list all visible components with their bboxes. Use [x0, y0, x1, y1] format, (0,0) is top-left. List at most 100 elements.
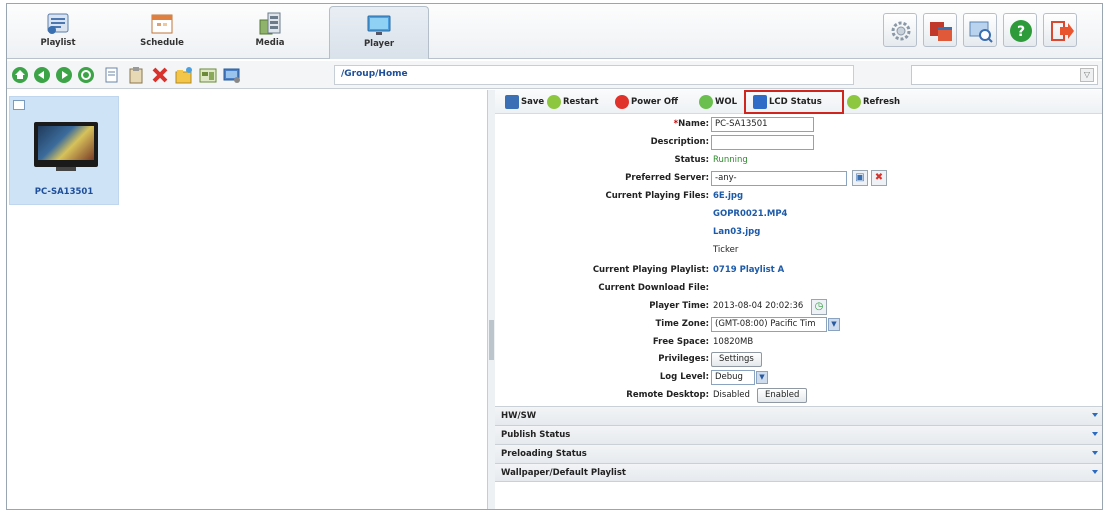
free-space-label: Free Space: — [652, 337, 709, 347]
status-label: Status: — [674, 155, 710, 165]
privileges-settings-button[interactable]: Settings — [711, 352, 762, 367]
filter-icon[interactable]: ▽ — [1080, 68, 1094, 82]
chevron-down-icon: ▼ — [756, 371, 768, 384]
gear-icon[interactable] — [883, 13, 917, 47]
name-input[interactable]: PC-SA13501 — [711, 117, 814, 132]
new-folder-icon[interactable] — [175, 66, 193, 84]
playing-file-link[interactable]: Lan03.jpg — [713, 227, 760, 237]
chevron-down-icon — [1092, 451, 1098, 455]
refresh-label: Refresh — [863, 97, 901, 107]
tab-label: Player — [363, 39, 395, 49]
restart-label: Restart — [563, 97, 599, 107]
section-publish-status[interactable]: Publish Status — [495, 425, 1102, 444]
search-input[interactable]: ▽ — [911, 65, 1098, 85]
preferred-server-label: Preferred Server: — [625, 173, 709, 183]
remote-desktop-label: Remote Desktop: — [626, 390, 709, 400]
field-remote-desktop: Remote Desktop: Disabled Enabled — [495, 387, 1102, 405]
preferred-server-input[interactable]: -any- — [711, 171, 847, 186]
svg-text:?: ? — [1017, 24, 1025, 40]
field-download-file: Current Download File: — [495, 280, 1102, 298]
player-item[interactable]: PC-SA13501 — [9, 96, 119, 205]
save-button[interactable]: Save — [505, 94, 544, 110]
tab-media[interactable]: Media — [225, 6, 315, 56]
description-input[interactable] — [711, 135, 814, 150]
playing-playlist-label: Current Playing Playlist: — [592, 265, 709, 275]
breadcrumb-path: /Group/Home — [334, 65, 854, 85]
chevron-down-icon — [1092, 470, 1098, 474]
playing-playlist-link[interactable]: 0719 Playlist A — [713, 265, 784, 275]
top-right-tools: ? — [883, 13, 1097, 49]
field-log-level: Log Level: Debug ▼ — [495, 369, 1102, 387]
field-playing-files: Current Playing Files: 6E.jpg — [495, 188, 1102, 206]
section-wallpaper-default-playlist[interactable]: Wallpaper/Default Playlist — [495, 463, 1102, 482]
field-status: Status: Running — [495, 152, 1102, 170]
back-icon[interactable] — [33, 66, 51, 84]
playing-file-row: Lan03.jpg — [495, 224, 1102, 242]
tab-label: Media — [255, 38, 285, 48]
field-privileges: Privileges: Settings — [495, 351, 1102, 369]
playing-file-link[interactable]: 6E.jpg — [713, 191, 743, 201]
app-window: Playlist Schedule Media Player ? /Group/… — [6, 3, 1103, 510]
edit-icon[interactable] — [199, 66, 217, 84]
save-label: Save — [521, 97, 545, 107]
tv-icon — [34, 122, 98, 171]
refresh-button[interactable]: Refresh — [847, 94, 900, 110]
section-hw-sw[interactable]: HW/SW — [495, 406, 1102, 425]
browse-server-button[interactable]: ▣ — [852, 170, 868, 186]
clock-sync-icon[interactable]: ◷ — [811, 299, 827, 315]
chevron-down-icon — [1092, 413, 1098, 417]
field-time-zone: Time Zone: (GMT-08:00) Pacific Tim ▼ — [495, 316, 1102, 334]
copy-icon[interactable] — [103, 66, 121, 84]
remote-desktop-enable-button[interactable]: Enabled — [757, 388, 808, 403]
log-level-label: Log Level: — [659, 372, 709, 382]
playing-file-text: Ticker — [713, 245, 739, 255]
restart-button[interactable]: Restart — [547, 94, 598, 110]
playing-file-link[interactable]: GOPR0021.MP4 — [713, 209, 787, 219]
field-player-time: Player Time: 2013-08-04 20:02:36 ◷ — [495, 298, 1102, 316]
section-title: HW/SW — [501, 411, 537, 421]
logout-icon[interactable] — [1043, 13, 1077, 47]
film-icon — [257, 12, 283, 36]
wol-label: WOL — [715, 97, 738, 107]
tab-schedule[interactable]: Schedule — [117, 6, 207, 56]
power-off-button[interactable]: Power Off — [615, 94, 678, 110]
wol-icon — [699, 94, 713, 109]
screen-search-icon[interactable] — [963, 13, 997, 47]
name-label: *Name: — [674, 119, 709, 129]
tab-player[interactable]: Player — [329, 6, 429, 59]
home-icon[interactable] — [11, 66, 29, 84]
paste-icon[interactable] — [127, 66, 145, 84]
section-preloading-status[interactable]: Preloading Status — [495, 444, 1102, 463]
calendar-icon — [149, 12, 175, 36]
free-space-value: 10820MB — [713, 337, 754, 347]
pane-splitter[interactable] — [488, 90, 495, 509]
section-title: Wallpaper/Default Playlist — [501, 468, 626, 478]
delete-icon[interactable] — [151, 66, 169, 84]
action-toolbar: /Group/Home ▽ — [7, 61, 1102, 89]
main-tab-bar: Playlist Schedule Media Player ? — [7, 4, 1102, 59]
section-title: Preloading Status — [501, 449, 587, 459]
log-level-value: Debug — [715, 372, 743, 382]
help-icon[interactable]: ? — [1003, 13, 1037, 47]
player-add-icon[interactable] — [223, 66, 241, 84]
field-playing-playlist: Current Playing Playlist: 0719 Playlist … — [495, 262, 1102, 280]
tab-playlist[interactable]: Playlist — [13, 6, 103, 56]
clear-server-button[interactable]: ✖ — [871, 170, 887, 186]
wol-button[interactable]: WOL — [699, 94, 737, 110]
lcd-status-highlight — [744, 90, 844, 114]
player-item-name: PC-SA13501 — [34, 187, 94, 197]
log-level-select[interactable]: Debug ▼ — [711, 370, 768, 385]
power-off-label: Power Off — [631, 97, 678, 107]
privileges-label: Privileges: — [658, 354, 709, 364]
field-free-space: Free Space: 10820MB — [495, 334, 1102, 352]
playlist-icon — [45, 12, 71, 36]
name-label-text: Name: — [678, 119, 709, 129]
windows-icon[interactable] — [923, 13, 957, 47]
time-zone-label: Time Zone: — [655, 319, 709, 329]
field-name: *Name: PC-SA13501 — [495, 116, 1102, 134]
time-zone-select[interactable]: (GMT-08:00) Pacific Tim ▼ — [711, 317, 840, 332]
field-description: Description: — [495, 134, 1102, 152]
refresh-icon[interactable] — [77, 66, 95, 84]
forward-icon[interactable] — [55, 66, 73, 84]
playing-file-row: GOPR0021.MP4 — [495, 206, 1102, 224]
